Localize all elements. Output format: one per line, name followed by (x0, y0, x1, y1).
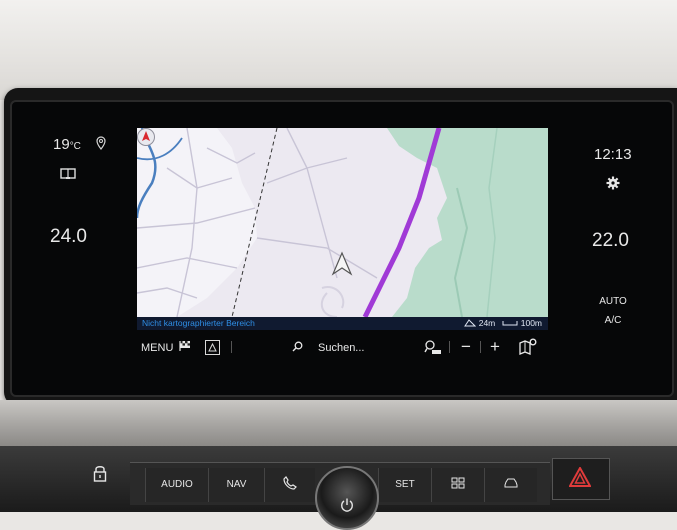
map-scale-info: 24m 100m (464, 318, 542, 328)
climate-right-panel: 12:13 22.0 AUTO A/C (548, 100, 670, 340)
right-set-temperature[interactable]: 22.0 (592, 230, 629, 252)
nav-menu-bar: MENU Suchen... − + (137, 334, 548, 360)
map-status-bar: Nicht kartographierter Bereich 24m 100m (137, 317, 548, 330)
apps-grid-icon (451, 477, 465, 489)
power-volume-knob[interactable] (315, 466, 379, 530)
zoom-auto-icon[interactable] (424, 339, 442, 355)
outside-temperature: 19°C (53, 136, 81, 153)
audio-button[interactable]: AUDIO (145, 468, 208, 502)
dashboard-trim-top (0, 0, 677, 100)
hazard-icon (569, 467, 591, 487)
apps-button[interactable] (431, 468, 484, 502)
separator (480, 341, 481, 353)
separator (231, 341, 232, 353)
car-icon (504, 478, 518, 488)
elevation-icon (464, 319, 477, 327)
climate-left-panel: 19°C 24.0 (10, 100, 135, 330)
lock-icon[interactable] (92, 464, 108, 482)
map-settings-icon[interactable] (518, 338, 538, 356)
clock: 12:13 (594, 146, 632, 163)
phone-icon (283, 476, 297, 490)
search-button[interactable]: Suchen... (318, 342, 364, 354)
map-status-text: Nicht kartographierter Bereich (142, 318, 255, 328)
outside-temperature-unit: °C (69, 141, 81, 152)
compass-icon[interactable] (137, 128, 155, 146)
scale-value: 100m (520, 318, 542, 328)
location-pin-icon (96, 136, 106, 150)
power-icon (341, 498, 353, 512)
left-set-temperature[interactable]: 24.0 (50, 226, 87, 248)
zoom-out-button[interactable]: − (459, 337, 473, 357)
book-icon[interactable] (60, 168, 76, 180)
menu-button[interactable]: MENU (141, 342, 173, 354)
separator (449, 341, 450, 353)
route-overview-icon[interactable] (205, 340, 220, 355)
navigation-map[interactable] (137, 128, 548, 317)
scale-bar-icon (502, 321, 518, 326)
gear-icon[interactable] (606, 176, 620, 190)
climate-mode[interactable]: AUTO A/C (598, 292, 628, 330)
phone-button[interactable] (264, 468, 315, 502)
set-button[interactable]: SET (378, 468, 431, 502)
dashboard-trim-lower (0, 400, 677, 446)
vehicle-position-marker (331, 251, 353, 276)
elevation-value: 24m (478, 318, 496, 328)
search-icon[interactable] (292, 341, 303, 352)
hazard-button[interactable] (552, 458, 610, 500)
vehicle-button[interactable] (484, 468, 537, 502)
nav-button[interactable]: NAV (208, 468, 264, 502)
zoom-in-button[interactable]: + (488, 337, 502, 357)
checkered-flag-icon[interactable] (179, 340, 191, 352)
map-canvas (137, 128, 548, 317)
ac-label: A/C (604, 315, 622, 326)
auto-label: AUTO (599, 296, 627, 307)
outside-temperature-value: 19 (53, 136, 70, 153)
